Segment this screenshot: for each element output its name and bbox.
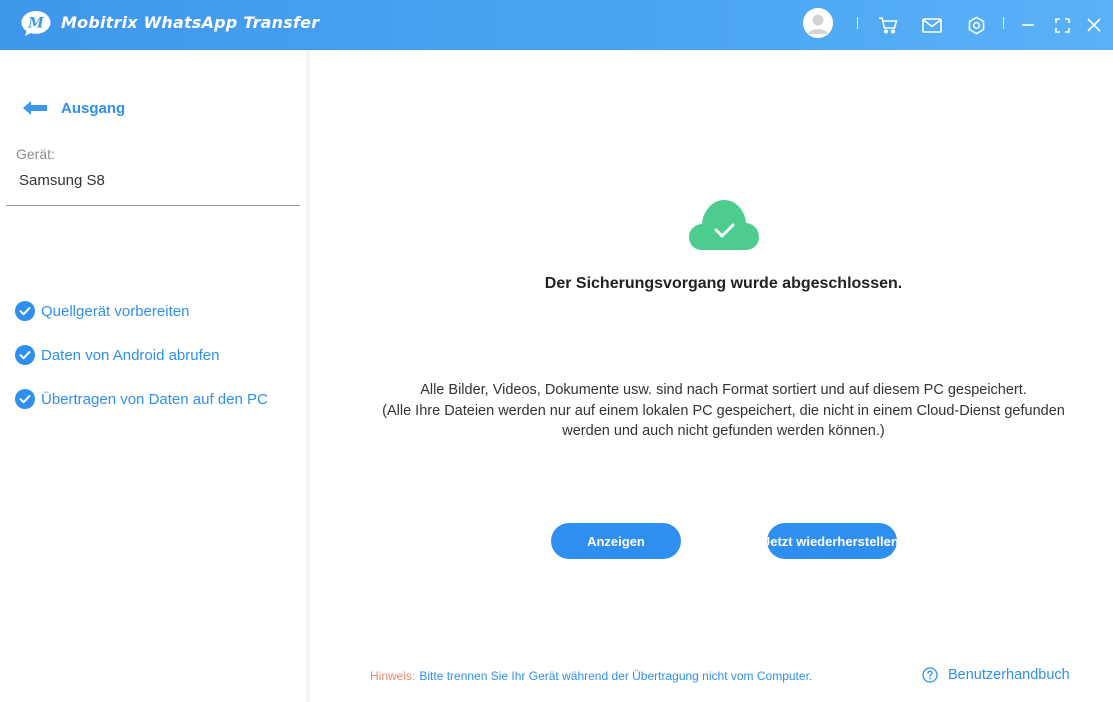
- device-name: Samsung S8: [19, 172, 105, 189]
- cloud-success-icon: [689, 200, 759, 250]
- check-circle-icon: [15, 301, 35, 321]
- settings-icon[interactable]: [961, 10, 991, 40]
- user-manual-link[interactable]: Benutzerhandbuch: [922, 667, 1070, 683]
- close-icon[interactable]: [1079, 10, 1109, 40]
- app-logo-icon: M: [21, 11, 51, 36]
- step-label: Daten von Android abrufen: [41, 346, 220, 364]
- question-circle-icon: [922, 667, 938, 683]
- titlebar-separator: [857, 17, 858, 29]
- arrow-left-icon: [23, 101, 47, 115]
- app-logo-letter: M: [27, 16, 44, 32]
- cart-icon[interactable]: [873, 10, 903, 40]
- step-transfer-to-pc: Übertragen von Daten auf den PC: [15, 389, 268, 409]
- user-avatar-icon[interactable]: [803, 8, 833, 38]
- titlebar-separator: [1003, 17, 1004, 29]
- step-retrieve-android-data: Daten von Android abrufen: [15, 345, 219, 365]
- hint-text: Bitte trennen Sie Ihr Gerät während der …: [419, 669, 813, 683]
- minimize-icon[interactable]: [1013, 10, 1043, 40]
- check-circle-icon: [15, 345, 35, 365]
- view-button[interactable]: Anzeigen: [551, 523, 681, 559]
- title-bar: M Mobitrix WhatsApp Transfer: [0, 0, 1113, 50]
- description-line: (Alle Ihre Dateien werden nur auf einem …: [382, 402, 1065, 419]
- status-description: Alle Bilder, Videos, Dokumente usw. sind…: [314, 380, 1113, 442]
- back-button[interactable]: Ausgang: [22, 95, 125, 121]
- back-button-label: Ausgang: [61, 99, 126, 117]
- check-circle-icon: [15, 389, 35, 409]
- status-title: Der Sicherungsvorgang wurde abgeschlosse…: [544, 275, 903, 292]
- app-title: Mobitrix WhatsApp Transfer: [61, 13, 320, 32]
- user-manual-label: Benutzerhandbuch: [948, 667, 1070, 683]
- description-line: werden und auch nicht gefunden werden kö…: [562, 423, 885, 439]
- description-line: Alle Bilder, Videos, Dokumente usw. sind…: [420, 382, 1027, 398]
- main-panel: [314, 50, 1113, 702]
- hint-label: Hinweis:: [370, 669, 416, 683]
- restore-now-button[interactable]: Jetzt wiederherstellen: [767, 523, 897, 559]
- maximize-icon[interactable]: [1047, 10, 1077, 40]
- hint: Hinweis: Bitte trennen Sie Ihr Gerät währ…: [370, 669, 812, 683]
- step-prepare-source-device: Quellgerät vorbereiten: [15, 301, 189, 321]
- step-label: Quellgerät vorbereiten: [41, 302, 190, 320]
- step-label: Übertragen von Daten auf den PC: [41, 390, 268, 408]
- divider: [6, 205, 300, 206]
- mail-icon[interactable]: [917, 10, 947, 40]
- device-label: Gerät:: [16, 146, 55, 162]
